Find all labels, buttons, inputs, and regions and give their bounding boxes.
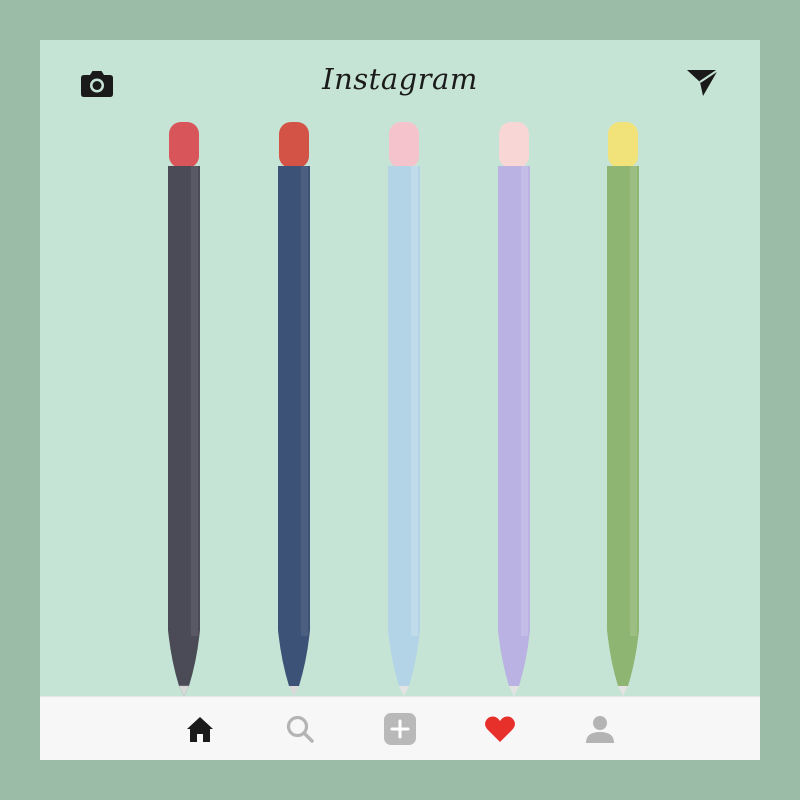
dark-gray-pencil	[168, 122, 200, 696]
add-post-icon[interactable]	[382, 711, 418, 747]
profile-icon[interactable]	[582, 711, 618, 747]
post-photo[interactable]	[40, 120, 760, 696]
lavender-pencil	[498, 122, 530, 696]
home-icon[interactable]	[182, 711, 218, 747]
search-icon[interactable]	[282, 711, 318, 747]
send-icon[interactable]	[684, 66, 720, 98]
navy-blue-pencil	[278, 122, 310, 696]
sage-green-pencil	[607, 122, 639, 696]
activity-heart-icon[interactable]	[482, 711, 518, 747]
top-bar: Instagram	[40, 40, 760, 126]
bottom-navigation	[40, 696, 760, 760]
instagram-screen: Instagram	[40, 40, 760, 760]
app-title: Instagram	[322, 62, 478, 96]
light-blue-pencil	[388, 122, 420, 696]
